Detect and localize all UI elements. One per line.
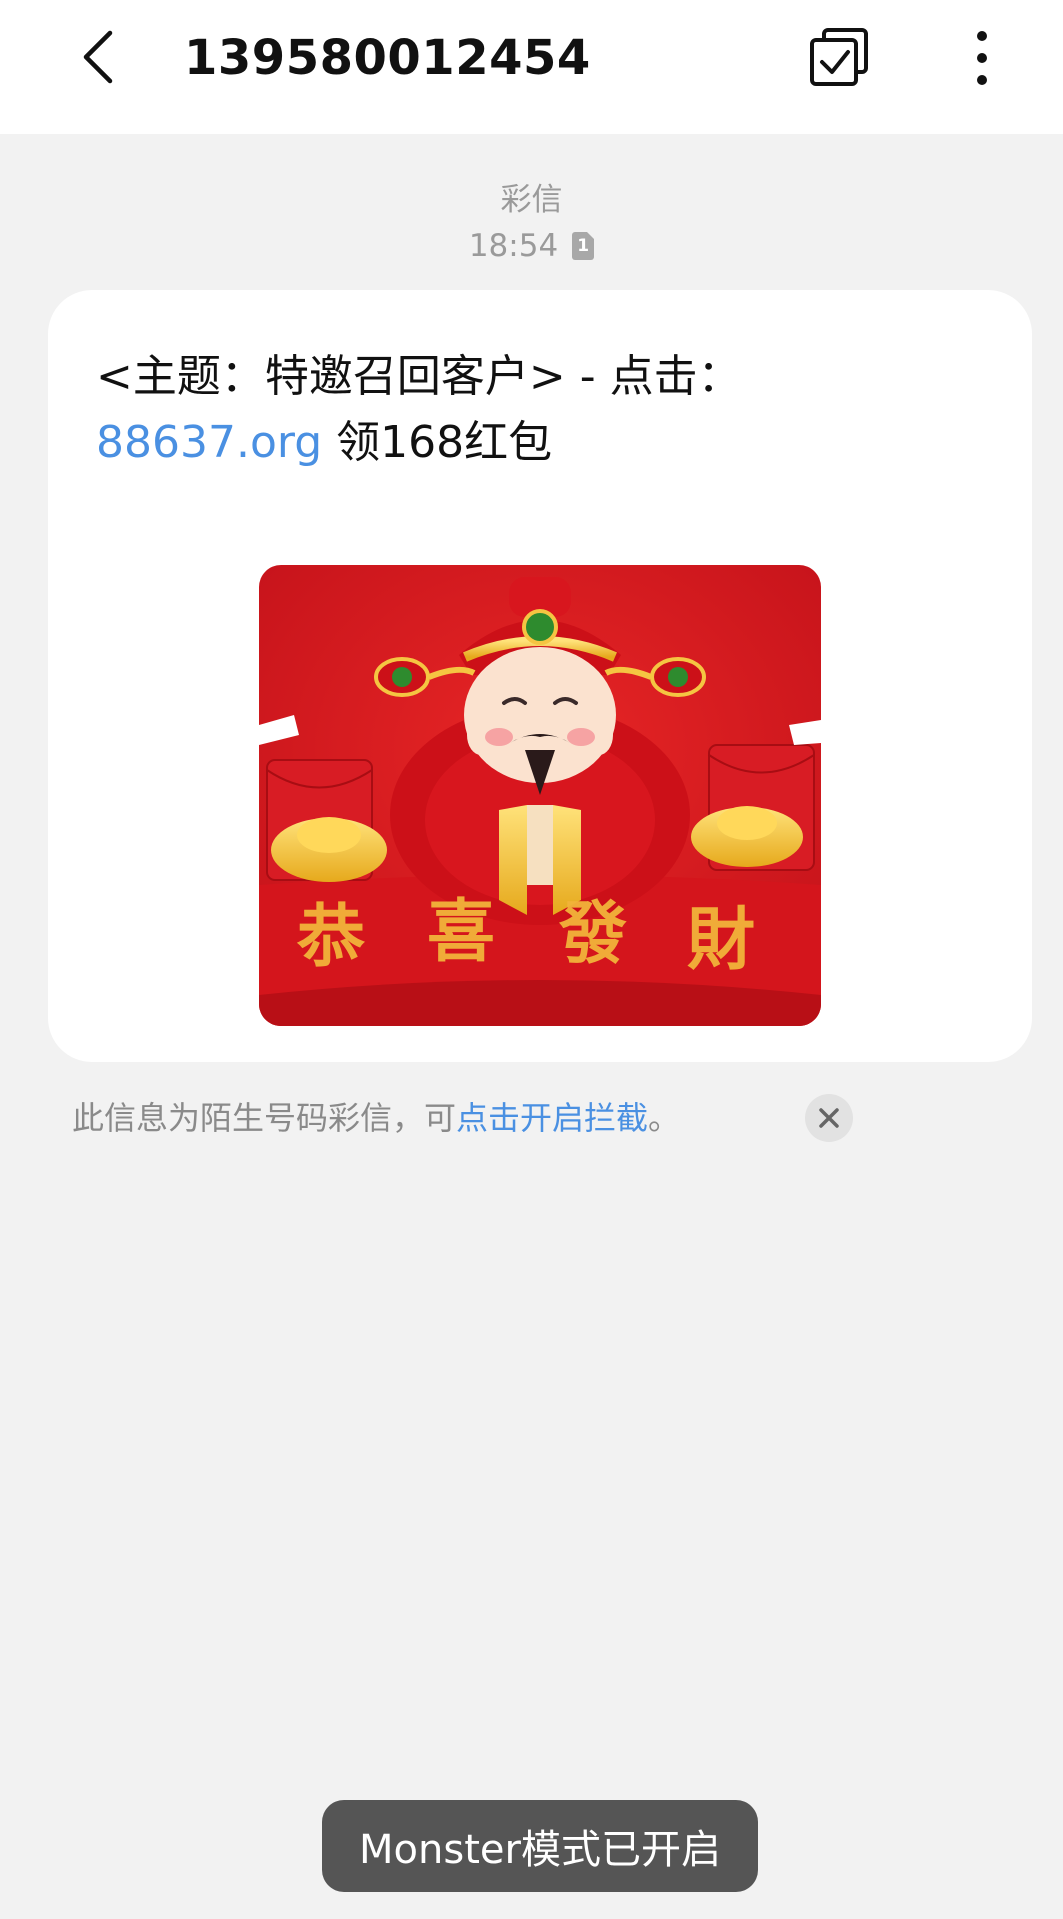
- more-vertical-icon: [977, 31, 987, 85]
- mms-image-attachment[interactable]: 恭 喜 發 財: [259, 565, 821, 1026]
- chevron-left-icon: [83, 30, 113, 84]
- notice-text-end: 。: [648, 1099, 681, 1137]
- svg-text:恭: 恭: [296, 897, 365, 977]
- sim-card-icon: 1: [572, 232, 595, 260]
- stranger-number-notice: 此信息为陌生号码彩信，可点击开启拦截。: [72, 1094, 680, 1142]
- back-button[interactable]: [68, 22, 128, 92]
- message-type-label: 彩信: [500, 182, 563, 218]
- multi-select-icon: [810, 28, 868, 86]
- notice-text: 此信息为陌生号码彩信，可: [72, 1099, 457, 1137]
- toast-message: Monster模式已开启: [322, 1800, 758, 1892]
- message-time: 18:54: [468, 228, 559, 264]
- enable-blocking-link[interactable]: 点击开启拦截: [456, 1099, 648, 1137]
- message-body: <主题：特邀召回客户> - 点击： 88637.org 领168红包: [96, 344, 996, 476]
- conversation-title: 139580012454: [184, 30, 591, 86]
- message-text-part2: 领168红包: [322, 417, 553, 468]
- top-app-bar: 139580012454: [0, 0, 1063, 134]
- message-text-part1: <主题：特邀召回客户> - 点击：: [96, 351, 742, 402]
- more-options-button[interactable]: [950, 26, 1014, 90]
- svg-text:發: 發: [558, 894, 627, 974]
- sim-slot-number: 1: [577, 236, 590, 256]
- dismiss-notice-button[interactable]: [805, 1094, 853, 1142]
- message-meta: 18:54 1: [0, 224, 1063, 268]
- god-of-wealth-illustration: 恭 喜 發 財: [259, 565, 821, 1026]
- message-link[interactable]: 88637.org: [96, 417, 322, 468]
- svg-text:財: 財: [687, 900, 755, 980]
- svg-text:喜: 喜: [427, 892, 495, 972]
- multi-select-button[interactable]: [808, 26, 872, 90]
- close-icon: [819, 1108, 839, 1128]
- message-bubble[interactable]: <主题：特邀召回客户> - 点击： 88637.org 领168红包 恭 喜 發…: [48, 290, 1032, 1062]
